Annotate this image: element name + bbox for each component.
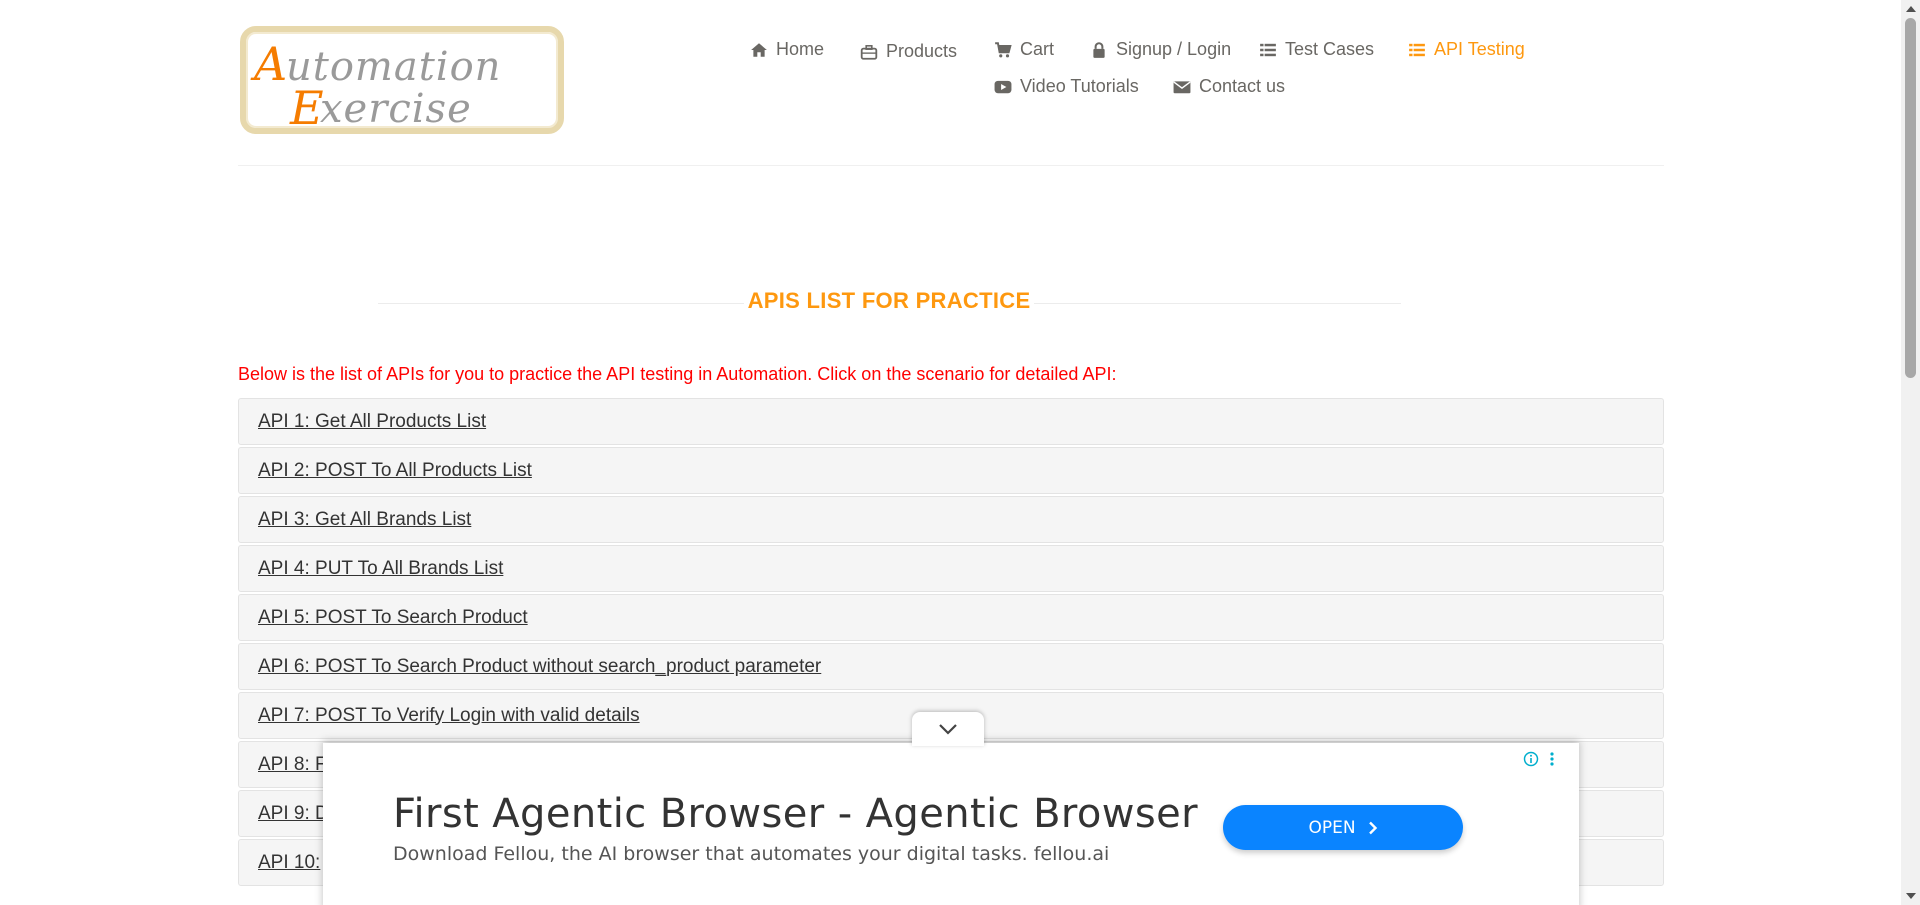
api-link[interactable]: API 2: POST To All Products List (258, 460, 532, 482)
nav-products[interactable]: Products (860, 41, 957, 62)
ad-info-controls (1523, 751, 1555, 767)
ad-banner[interactable]: First Agentic Browser - Agentic Browser … (323, 743, 1579, 905)
api-link[interactable]: API 10: (258, 852, 320, 874)
nav-video-tutorials[interactable]: Video Tutorials (994, 76, 1139, 97)
list-icon (1409, 43, 1425, 56)
nav-test-cases[interactable]: Test Cases (1259, 39, 1374, 60)
site-logo[interactable]: A utomation E xercise (240, 26, 564, 134)
api-item[interactable]: API 5: POST To Search Product (238, 594, 1664, 641)
logo-line2: xercise (320, 86, 472, 128)
home-icon (751, 42, 767, 57)
logo-initial-e: E (289, 81, 324, 128)
page: A utomation E xercise Home Products Cart… (0, 0, 1901, 905)
chevron-down-icon (939, 724, 957, 735)
section-title: APIS LIST FOR PRACTICE (743, 288, 1035, 314)
ad-collapse-button[interactable] (912, 712, 984, 746)
logo-initial-a: A (250, 37, 287, 91)
ad-description: Download Fellou, the AI browser that aut… (393, 843, 1110, 865)
scroll-up-arrow-icon[interactable] (1906, 6, 1916, 12)
scroll-thumb[interactable] (1905, 18, 1916, 378)
api-link[interactable]: API 6: POST To Search Product without se… (258, 656, 821, 678)
scroll-down-arrow-icon[interactable] (1906, 893, 1916, 899)
api-link[interactable]: API 9: D (258, 803, 329, 825)
nav-api-testing[interactable]: API Testing (1408, 39, 1525, 60)
section-title-wrap: APIS LIST FOR PRACTICE (0, 288, 1778, 314)
api-link[interactable]: API 8: F (258, 754, 327, 776)
api-link[interactable]: API 3: Get All Brands List (258, 509, 471, 531)
ad-open-label: OPEN (1308, 817, 1356, 838)
api-item[interactable]: API 4: PUT To All Brands List (238, 545, 1664, 592)
briefcase-icon (860, 44, 878, 60)
ad-headline[interactable]: First Agentic Browser - Agentic Browser (393, 791, 1198, 837)
shopping-cart-icon (995, 41, 1012, 57)
list-icon (1260, 43, 1276, 56)
nav-cart[interactable]: Cart (994, 39, 1054, 60)
api-item[interactable]: API 1: Get All Products List (238, 398, 1664, 445)
nav-video-tutorials-label: Video Tutorials (1020, 76, 1139, 96)
lock-icon (1093, 41, 1105, 58)
envelope-icon (1173, 80, 1191, 93)
nav-signup-login[interactable]: Signup / Login (1090, 39, 1231, 60)
ad-open-button[interactable]: OPEN (1223, 805, 1463, 850)
nav-contact-us[interactable]: Contact us (1173, 76, 1285, 97)
logo-graphic: A utomation E xercise (250, 37, 500, 128)
intro-text: Below is the list of APIs for you to pra… (238, 364, 1117, 384)
api-link[interactable]: API 5: POST To Search Product (258, 607, 528, 629)
nav-home-label: Home (776, 39, 825, 59)
info-icon[interactable] (1523, 751, 1539, 767)
nav-signup-login-label: Signup / Login (1116, 39, 1232, 59)
nav-api-testing-label: API Testing (1434, 39, 1525, 59)
nav-home[interactable]: Home (750, 39, 824, 60)
api-link[interactable]: API 7: POST To Verify Login with valid d… (258, 705, 640, 727)
more-vertical-icon[interactable] (1549, 751, 1555, 767)
api-item[interactable]: API 6: POST To Search Product without se… (238, 643, 1664, 690)
api-link[interactable]: API 1: Get All Products List (258, 411, 486, 433)
youtube-play-icon (994, 80, 1012, 93)
vertical-scrollbar[interactable] (1901, 0, 1920, 905)
api-link[interactable]: API 4: PUT To All Brands List (258, 558, 503, 580)
api-item[interactable]: API 3: Get All Brands List (238, 496, 1664, 543)
nav-test-cases-label: Test Cases (1285, 39, 1375, 59)
header-divider (238, 165, 1664, 166)
nav-contact-us-label: Contact us (1199, 76, 1286, 96)
nav-products-label: Products (886, 41, 958, 61)
nav-cart-label: Cart (1020, 39, 1055, 59)
chevron-right-icon (1368, 821, 1377, 834)
api-item[interactable]: API 2: POST To All Products List (238, 447, 1664, 494)
